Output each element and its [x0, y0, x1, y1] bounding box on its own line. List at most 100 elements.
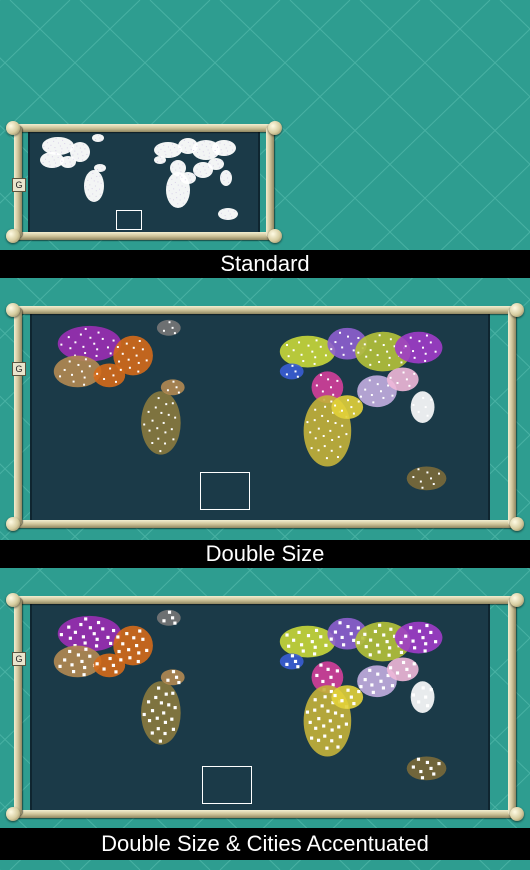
city-dot: [324, 354, 327, 357]
city-dot: [179, 199, 181, 201]
city-dot: [102, 170, 104, 172]
city-dot: [171, 402, 174, 405]
city-dot: [54, 166, 56, 168]
city-dot: [171, 152, 173, 154]
city-dot: [314, 437, 317, 440]
city-dot: [74, 150, 76, 152]
city-dot: [377, 650, 381, 654]
viewport-rectangle[interactable]: [116, 210, 142, 230]
map-g-button[interactable]: G: [12, 362, 26, 376]
city-dot: [310, 640, 314, 644]
city-dot: [224, 215, 226, 217]
city-dot: [181, 185, 183, 187]
city-dot: [332, 393, 335, 396]
city-dot: [412, 662, 416, 666]
city-dot: [93, 199, 95, 201]
city-dot: [176, 177, 178, 179]
city-dot: [425, 760, 429, 765]
city-dot: [336, 745, 340, 749]
city-dot: [294, 370, 297, 373]
city-dot: [203, 141, 205, 143]
city-dot: [128, 366, 131, 369]
city-dot: [103, 378, 106, 381]
landmass: [53, 645, 102, 678]
city-dot: [285, 373, 288, 376]
city-dot: [176, 197, 178, 199]
city-dot: [157, 146, 159, 148]
city-dot: [128, 656, 132, 660]
city-dot: [106, 346, 109, 349]
city-dot: [334, 422, 337, 425]
city-dot: [190, 180, 192, 182]
city-dot: [165, 154, 167, 156]
city-dot: [76, 145, 78, 147]
city-dot: [174, 181, 176, 183]
city-dot: [204, 169, 206, 171]
city-dot: [177, 184, 179, 186]
viewport-rectangle[interactable]: [200, 472, 250, 510]
city-dot: [99, 175, 101, 177]
city-dot: [378, 623, 382, 627]
city-dot: [346, 688, 350, 692]
city-dot: [173, 621, 177, 625]
city-dot: [423, 649, 427, 653]
city-dot: [396, 381, 399, 384]
city-dot: [61, 160, 63, 162]
city-dot: [329, 429, 332, 432]
city-dot: [315, 384, 318, 387]
city-dot: [77, 157, 79, 159]
city-dot: [109, 352, 112, 355]
city-dot: [220, 176, 222, 178]
minimap-double-map[interactable]: [30, 312, 490, 522]
city-dot: [157, 160, 159, 162]
city-dot: [79, 333, 82, 336]
city-dot: [352, 701, 356, 706]
city-dot: [125, 632, 129, 636]
map-frame-knob: [6, 807, 20, 821]
city-dot: [184, 186, 186, 188]
city-dot: [99, 137, 101, 139]
city-dot: [97, 134, 99, 136]
city-dot: [179, 167, 181, 169]
city-dot: [151, 419, 154, 422]
city-dot: [109, 367, 112, 370]
city-dot: [162, 711, 166, 715]
city-dot: [61, 148, 63, 150]
city-dot: [138, 340, 141, 342]
city-dot: [175, 169, 177, 171]
landmass: [180, 172, 196, 184]
city-dot: [313, 652, 317, 656]
city-dot: [99, 188, 101, 190]
city-dot: [425, 334, 428, 337]
city-dot: [402, 371, 405, 374]
city-dot: [357, 336, 360, 339]
frame-left-post: [14, 598, 22, 816]
minimap-double-accent-map[interactable]: [30, 602, 490, 812]
city-dot: [155, 716, 159, 720]
city-dot: [189, 177, 191, 179]
city-dot: [96, 372, 99, 375]
map-g-button[interactable]: G: [12, 652, 26, 666]
city-dot: [330, 739, 334, 743]
viewport-rectangle[interactable]: [202, 766, 252, 804]
city-dot: [382, 396, 385, 399]
map-g-button[interactable]: G: [12, 178, 26, 192]
city-dot: [430, 477, 433, 480]
city-dot: [157, 397, 160, 400]
landmass: [331, 395, 364, 419]
city-dot: [340, 699, 344, 703]
minimap-standard-map[interactable]: [28, 130, 260, 236]
city-dot: [112, 339, 115, 342]
city-dot: [80, 370, 83, 373]
city-dot: [67, 625, 71, 629]
map-frame-knob: [510, 517, 524, 531]
landmass: [406, 466, 447, 491]
city-dot: [57, 142, 59, 144]
city-dot: [337, 725, 341, 729]
landmass: [410, 681, 435, 713]
city-dot: [171, 155, 173, 157]
city-dot: [370, 683, 374, 687]
landmass: [141, 391, 181, 455]
map-frame-knob: [268, 229, 282, 243]
city-dot: [216, 146, 218, 148]
